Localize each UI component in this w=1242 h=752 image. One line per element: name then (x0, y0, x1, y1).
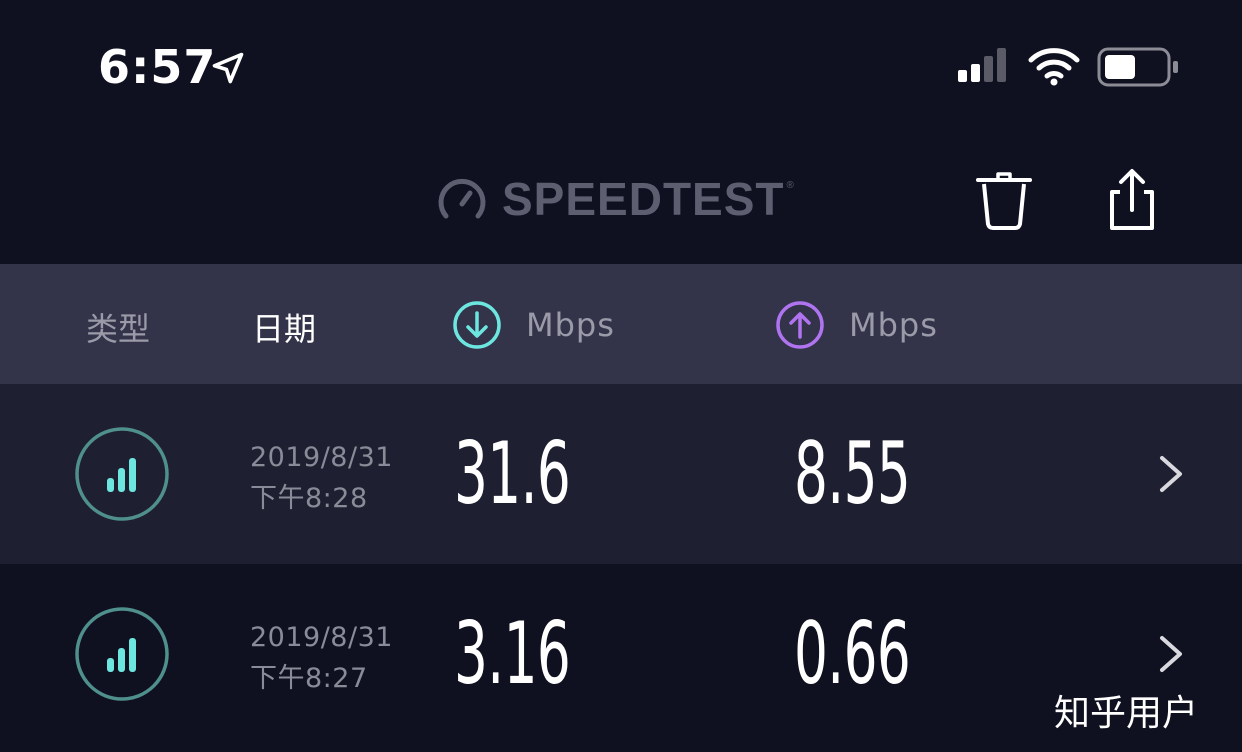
trash-button[interactable] (972, 166, 1036, 232)
column-download[interactable]: Mbps (452, 300, 615, 350)
status-bar: 6:57 (0, 0, 1242, 130)
location-arrow-icon (212, 52, 244, 84)
battery-icon (1097, 47, 1178, 87)
watermark: 知乎用户 (1054, 693, 1199, 734)
upload-speed: 0.66 (794, 604, 911, 704)
column-date[interactable]: 日期 (252, 304, 316, 350)
logo-text: SPEEDTEST (502, 173, 785, 225)
result-date: 2019/8/31 (250, 442, 393, 473)
download-arrow-icon (453, 301, 501, 349)
cellular-signal-icon (958, 48, 1006, 82)
result-date: 2019/8/31 (250, 622, 393, 653)
connection-type-icon (75, 427, 169, 521)
chevron-right-icon[interactable] (1156, 634, 1186, 674)
download-speed: 31.6 (454, 424, 571, 524)
nav-bar: SPEEDTEST ® (0, 130, 1242, 264)
upload-arrow-icon (776, 301, 824, 349)
column-upload[interactable]: Mbps (775, 300, 938, 350)
download-unit: Mbps (526, 306, 615, 344)
column-type[interactable]: 类型 (86, 304, 150, 350)
wifi-icon (1028, 48, 1080, 86)
result-time: 下午8:28 (250, 483, 368, 514)
logo-registered-mark: ® (786, 180, 794, 191)
status-time: 6:57 (98, 40, 217, 94)
upload-unit: Mbps (849, 306, 938, 344)
chevron-right-icon[interactable] (1156, 454, 1186, 494)
results-header: 类型 日期 Mbps Mbps (0, 264, 1242, 384)
share-button[interactable] (1100, 166, 1164, 232)
connection-type-icon (75, 607, 169, 701)
result-row[interactable]: 2019/8/31 下午8:28 31.6 8.55 (0, 384, 1242, 564)
speedometer-icon (438, 178, 486, 219)
upload-speed: 8.55 (794, 424, 911, 524)
speedtest-logo: SPEEDTEST ® (436, 173, 794, 225)
download-speed: 3.16 (454, 604, 571, 704)
result-time: 下午8:27 (250, 663, 368, 694)
